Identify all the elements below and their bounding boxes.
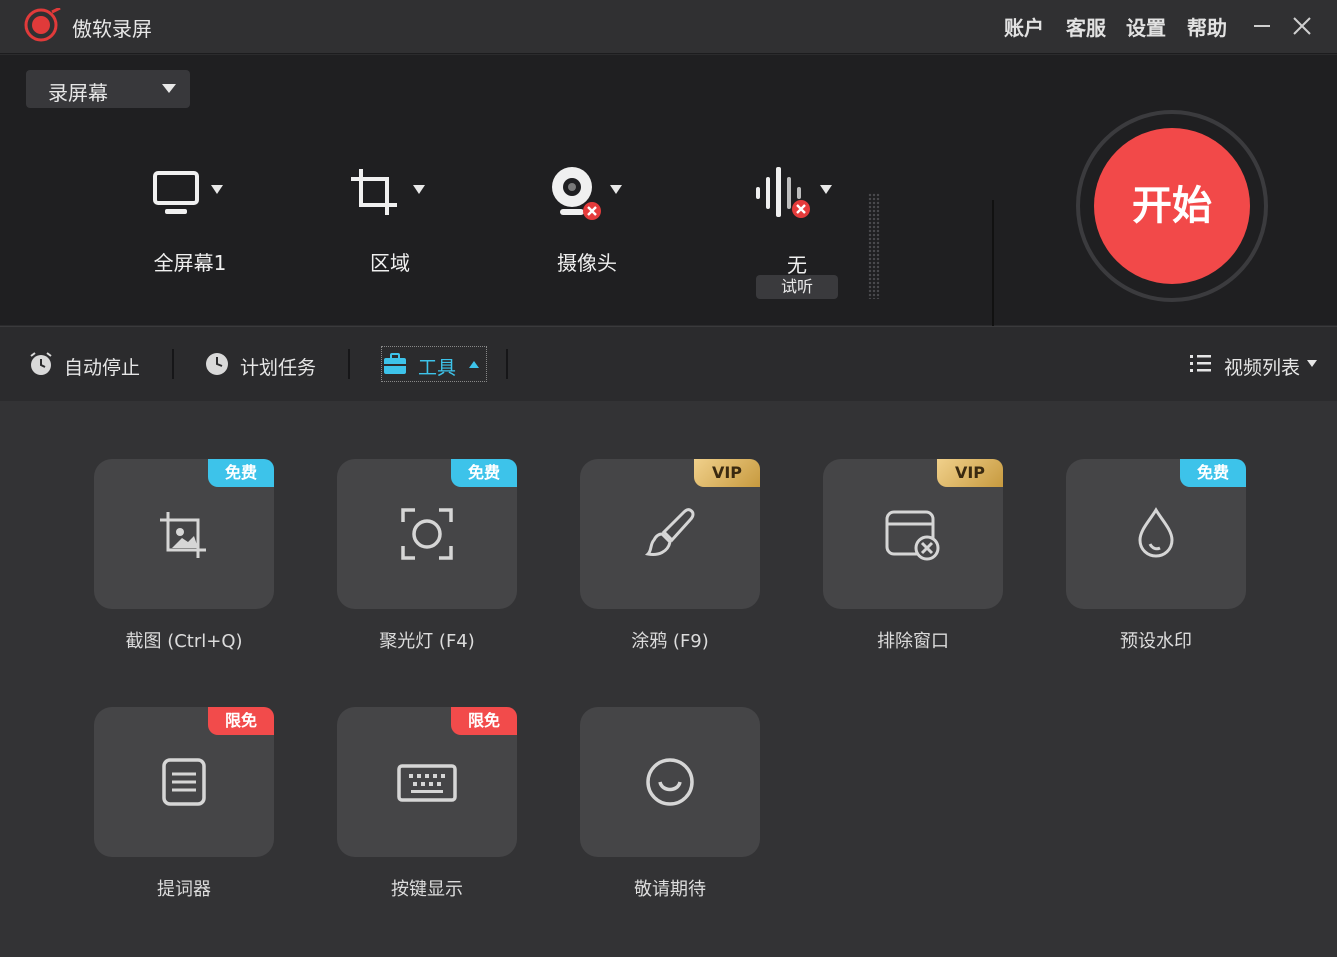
webcam-icon: [552, 167, 601, 220]
audio-source-button[interactable]: 无: [722, 165, 872, 277]
chevron-down-icon: [820, 185, 832, 194]
badge-limited-free: 限免: [451, 707, 517, 735]
app-title: 傲软录屏: [72, 17, 152, 41]
region-source-label: 区域: [370, 251, 410, 275]
badge-free: 免费: [451, 459, 517, 487]
screenshot-icon: [160, 512, 206, 558]
title-bar: 傲软录屏 账户 客服 设置 帮助: [0, 0, 1337, 54]
chevron-down-icon: [413, 185, 425, 194]
monitor-icon: [153, 171, 199, 214]
schedule-label: 计划任务: [240, 357, 317, 379]
region-source-button[interactable]: 区域: [315, 165, 465, 275]
menu-help[interactable]: 帮助: [1187, 12, 1227, 41]
tool-label: 敬请期待: [634, 879, 706, 900]
exclude-window-icon: [885, 510, 940, 561]
toolbox-icon: [384, 353, 406, 374]
toolbar: 自动停止 计划任务 工具 视频列表: [0, 326, 1337, 400]
tool-card-spotlight[interactable]: 免费: [337, 459, 517, 609]
start-record-button[interactable]: 开始: [1094, 128, 1250, 284]
close-icon[interactable]: [1284, 8, 1320, 44]
clock-icon: [206, 353, 228, 375]
spotlight-icon: [401, 508, 453, 560]
tool-card-exclude-window[interactable]: VIP: [823, 459, 1003, 609]
record-mode-label: 录屏幕: [48, 81, 108, 105]
chevron-down-icon: [211, 185, 223, 194]
divider: [992, 200, 994, 335]
divider: [348, 349, 350, 379]
tools-tab[interactable]: 工具: [381, 346, 487, 382]
teleprompter-icon: [162, 758, 206, 806]
camera-source-label: 摄像头: [557, 251, 617, 275]
chevron-down-icon: [1307, 360, 1317, 367]
menu-service[interactable]: 客服: [1066, 12, 1106, 41]
record-panel: 录屏幕 全屏幕1 区域 摄像头 无 试听 开始: [0, 55, 1337, 335]
auto-stop-label: 自动停止: [64, 357, 141, 379]
tool-label: 提词器: [157, 879, 211, 900]
divider: [172, 349, 174, 379]
crop-icon: [351, 169, 397, 215]
tool-card-coming-soon[interactable]: [580, 707, 760, 857]
tools-panel: 免费 截图 (Ctrl+Q) 免费 聚光灯 (F4) VIP 涂鸦 (F9) V…: [0, 401, 1337, 957]
keyboard-icon: [397, 764, 457, 802]
tool-card-keyboard[interactable]: 限免: [337, 707, 517, 857]
menu-settings[interactable]: 设置: [1126, 12, 1166, 41]
tool-card-screenshot[interactable]: 免费: [94, 459, 274, 609]
watermark-icon: [1138, 507, 1174, 558]
audio-source-label: 无: [787, 253, 807, 277]
screen-source-button[interactable]: 全屏幕1: [115, 165, 265, 275]
video-list-button[interactable]: 视频列表: [1188, 347, 1322, 381]
tool-label: 按键显示: [391, 879, 463, 900]
chevron-down-icon: [162, 84, 176, 93]
record-mode-dropdown[interactable]: 录屏幕: [26, 70, 190, 108]
badge-free: 免费: [208, 459, 274, 487]
brush-icon: [644, 508, 695, 556]
camera-source-button[interactable]: 摄像头: [512, 165, 662, 275]
tools-label: 工具: [418, 357, 457, 379]
video-list-label: 视频列表: [1224, 357, 1301, 379]
chevron-up-icon: [469, 361, 479, 368]
alarm-clock-icon: [30, 352, 52, 375]
minimize-icon[interactable]: [1244, 8, 1280, 44]
tool-label: 预设水印: [1120, 631, 1192, 652]
app-logo-icon: [24, 8, 61, 42]
menu-account[interactable]: 账户: [1004, 12, 1044, 41]
audio-wave-icon: [756, 167, 810, 218]
list-icon: [1190, 355, 1211, 372]
badge-limited-free: 限免: [208, 707, 274, 735]
screen-source-label: 全屏幕1: [153, 251, 227, 275]
chevron-down-icon: [610, 185, 622, 194]
tool-card-brush[interactable]: VIP: [580, 459, 760, 609]
tool-card-watermark[interactable]: 免费: [1066, 459, 1246, 609]
coming-soon-icon: [646, 758, 694, 806]
tool-label: 排除窗口: [877, 631, 949, 652]
volume-meter: [868, 193, 880, 299]
badge-vip: VIP: [937, 459, 1003, 487]
tool-card-teleprompter[interactable]: 限免: [94, 707, 274, 857]
divider: [506, 349, 508, 379]
audio-listen-button[interactable]: 试听: [756, 275, 838, 299]
badge-vip: VIP: [694, 459, 760, 487]
tool-label: 截图 (Ctrl+Q): [125, 631, 243, 652]
tool-label: 涂鸦 (F9): [631, 631, 709, 652]
tool-label: 聚光灯 (F4): [379, 631, 475, 652]
badge-free: 免费: [1180, 459, 1246, 487]
